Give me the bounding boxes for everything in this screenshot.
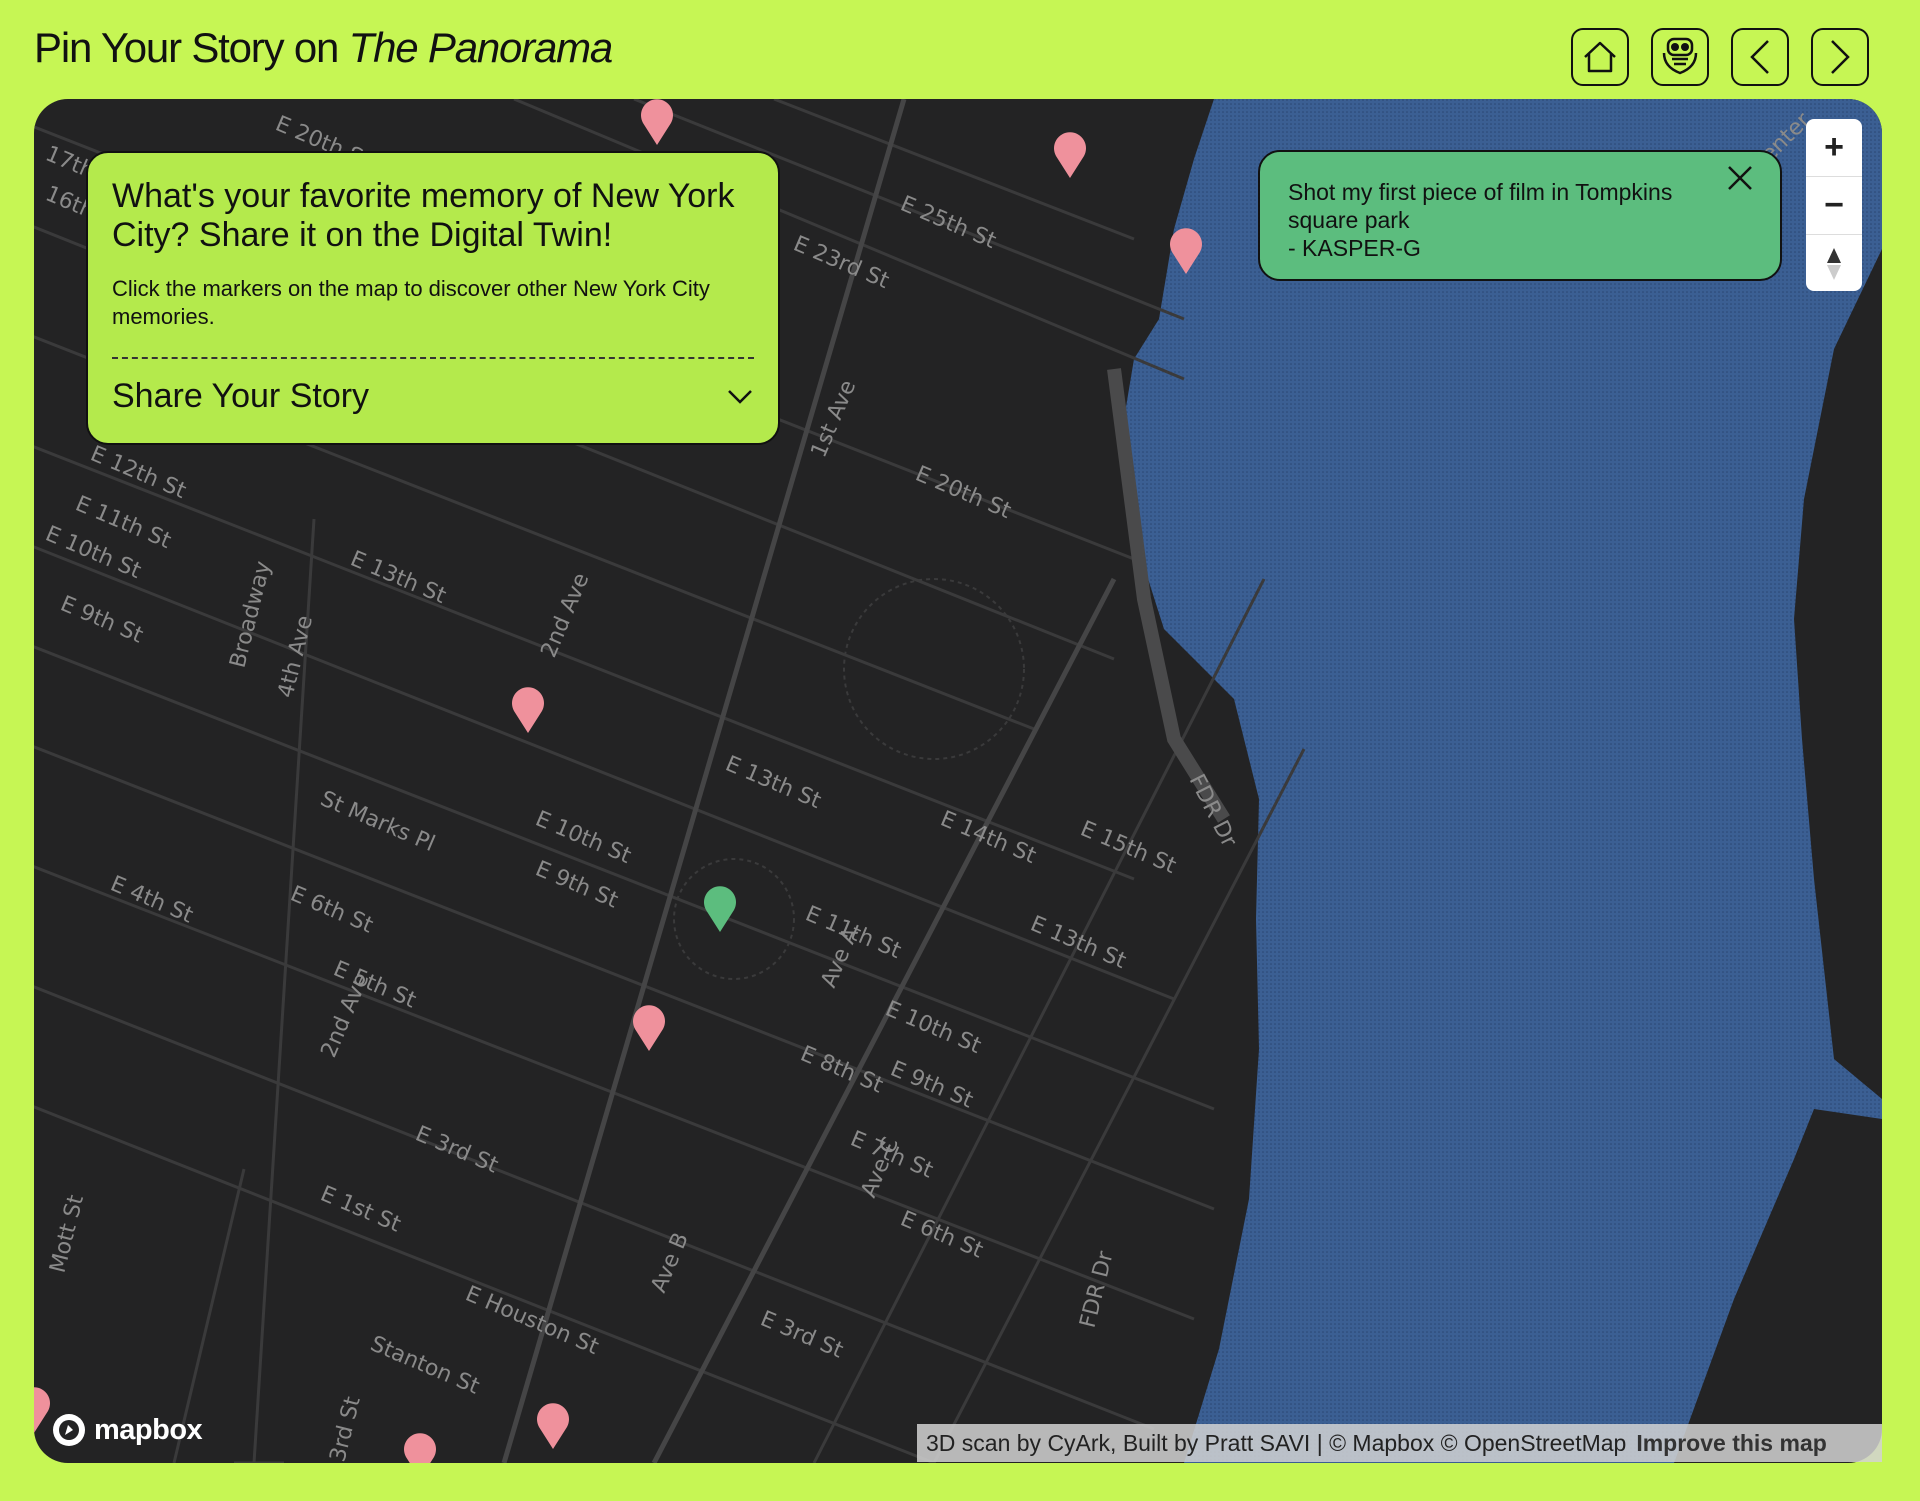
map-pin[interactable]	[639, 99, 675, 145]
chevron-right-icon	[1831, 40, 1850, 74]
zoom-in-button[interactable]: +	[1806, 119, 1862, 177]
home-button[interactable]	[1571, 28, 1629, 86]
chevron-down-icon	[728, 389, 752, 404]
divider	[112, 357, 754, 359]
map-pin[interactable]	[402, 1427, 438, 1463]
street-label: E 13th St	[722, 752, 825, 815]
street-label: E 12th St	[87, 442, 190, 505]
chevron-left-icon	[1750, 40, 1769, 74]
plus-icon: +	[1824, 128, 1844, 166]
close-icon[interactable]	[1724, 162, 1756, 194]
street-label: E 6th St	[287, 882, 377, 939]
map-pin[interactable]	[1168, 222, 1204, 274]
viewer-icon	[1662, 37, 1698, 75]
map-pin[interactable]	[510, 681, 546, 733]
title-prefix: Pin Your Story on	[34, 24, 349, 71]
zoom-controls: + −	[1806, 119, 1862, 291]
prev-button[interactable]	[1731, 28, 1789, 86]
story-author: - KASPER-G	[1288, 235, 1421, 261]
street-label: Stanton St	[367, 1332, 484, 1400]
info-heading: What's your favorite memory of New York …	[112, 177, 735, 254]
street-label: E 1st St	[317, 1182, 405, 1238]
street-label: 1st Ave	[807, 377, 862, 462]
street-label: E 6th St	[897, 1207, 987, 1264]
street-label: E 23rd St	[790, 232, 893, 295]
zoom-out-button[interactable]: −	[1806, 177, 1862, 235]
street-label: E 8th St	[797, 1042, 887, 1099]
street-label: E 15th St	[1077, 817, 1180, 880]
title-italic: The Panorama	[348, 24, 614, 71]
mapbox-logo-icon	[53, 1414, 85, 1446]
street-label: 2nd Ave	[537, 569, 595, 661]
street-label: E 9th St	[887, 1057, 977, 1114]
home-icon	[1584, 41, 1616, 73]
street-label: St Marks Pl	[317, 787, 439, 858]
map-pin-active[interactable]	[702, 880, 738, 932]
street-label: E 9th St	[532, 857, 622, 914]
story-text-line: square park	[1288, 207, 1410, 233]
compass-icon	[1827, 247, 1841, 280]
street-label: 4th Ave	[274, 613, 319, 700]
street-label: E 25th St	[897, 192, 1000, 255]
story-text-line: Shot my first piece of film in Tompkins	[1288, 179, 1673, 205]
street-label: FDR Dr	[1184, 770, 1242, 852]
street-label: Broadway	[226, 559, 277, 671]
street-label: Ave B	[647, 1229, 694, 1296]
street-label: E 13th St	[1027, 912, 1130, 975]
map-pin[interactable]	[1052, 126, 1088, 178]
improve-map-link[interactable]: Improve this map	[1636, 1430, 1826, 1456]
share-story-toggle[interactable]: Share Your Story	[112, 377, 754, 416]
street-label: E Houston St	[462, 1282, 603, 1361]
street-label: E 3rd St	[412, 1122, 502, 1179]
viewer-button[interactable]	[1651, 28, 1709, 86]
mapbox-logo-text: mapbox	[94, 1413, 203, 1446]
story-popup: Shot my first piece of film in Tompkins …	[1258, 150, 1782, 281]
street-label: E 13th St	[347, 547, 450, 610]
info-panel: What's your favorite memory of New York …	[86, 151, 780, 445]
mapbox-logo[interactable]: mapbox	[50, 1411, 203, 1449]
map-pin[interactable]	[631, 999, 667, 1051]
page-title: Pin Your Story on The Panorama	[34, 24, 614, 72]
attribution-text: 3D scan by CyArk, Built by Pratt SAVI | …	[926, 1430, 1627, 1456]
street-label: Mott St	[46, 1192, 90, 1275]
map-pin[interactable]	[535, 1397, 571, 1449]
street-label: E 10th St	[882, 997, 985, 1060]
info-subtext: Click the markers on the map to discover…	[112, 276, 710, 329]
share-story-label: Share Your Story	[112, 377, 370, 415]
next-button[interactable]	[1811, 28, 1869, 86]
map-attribution: 3D scan by CyArk, Built by Pratt SAVI | …	[917, 1424, 1882, 1462]
street-label: 2nd Ave	[317, 969, 375, 1061]
street-label: 3rd St	[326, 1394, 366, 1463]
minus-icon: −	[1824, 186, 1844, 224]
street-label: E 9th St	[57, 592, 147, 649]
street-label: E 4th St	[107, 872, 197, 929]
street-label: FDR Dr	[1076, 1248, 1119, 1331]
street-label: E 3rd St	[757, 1307, 847, 1364]
street-label: Ave A	[817, 924, 864, 991]
street-label: E 20th St	[912, 462, 1015, 525]
compass-button[interactable]	[1806, 235, 1862, 291]
street-label: E 14th St	[937, 807, 1040, 870]
